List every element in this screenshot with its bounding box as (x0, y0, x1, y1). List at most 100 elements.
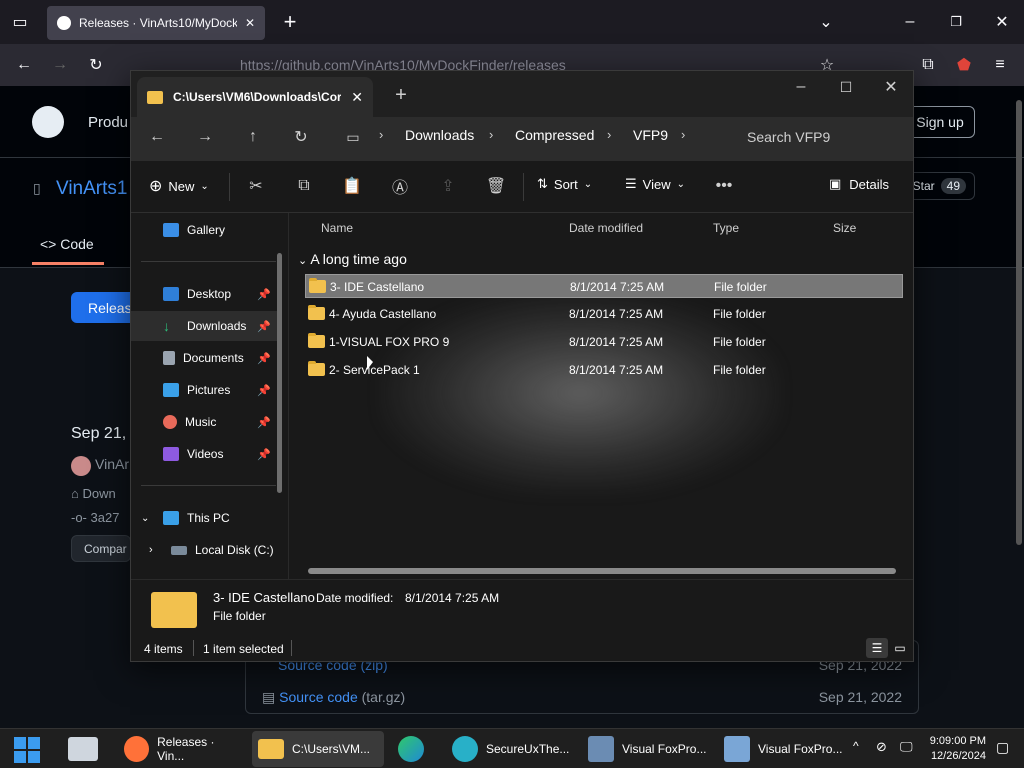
network-icon[interactable]: ⊘ (876, 739, 887, 755)
menu-icon[interactable]: ≡ (986, 51, 1014, 79)
sidebar-item-local-disk[interactable]: › Local Disk (C:) (131, 535, 281, 565)
copy-icon[interactable]: ⧉ (291, 173, 317, 199)
breadcrumb-vfp9[interactable]: VFP9 (633, 127, 668, 143)
tiles-view-icon[interactable]: ▭ (889, 638, 911, 658)
details-view-icon[interactable]: ☰ (866, 638, 888, 658)
page-scrollbar[interactable] (1016, 100, 1022, 545)
maximize-button[interactable]: ☐ (834, 75, 858, 99)
taskbar-app-foxpro-2[interactable]: Visual FoxPro... (718, 731, 850, 767)
monitor-icon[interactable]: ▭ (339, 123, 367, 151)
file-row[interactable]: 1-VISUAL FOX PRO 9 8/1/2014 7:25 AM File… (305, 330, 903, 354)
ublock-icon[interactable]: ⬟ (950, 51, 978, 79)
notifications-icon[interactable]: ▢ (996, 739, 1009, 756)
volume-icon[interactable]: 🖵 (900, 739, 913, 755)
close-tab-icon[interactable]: ✕ (351, 89, 363, 106)
new-tab-button[interactable]: + (389, 83, 413, 107)
compare-button[interactable]: Compar (71, 535, 131, 562)
edge-icon (398, 736, 424, 762)
reload-icon[interactable]: ↻ (82, 51, 110, 79)
taskbar-app-edge[interactable] (392, 731, 436, 767)
tray-overflow-icon[interactable]: ^ (853, 739, 859, 753)
chevron-down-icon: ⌄ (141, 512, 150, 524)
browser-tab[interactable]: Releases · VinArts10/MyDockFir ✕ (47, 6, 265, 40)
sign-up-button[interactable]: Sign up (905, 106, 975, 138)
pin-icon: 📌 (257, 448, 271, 461)
repo-icon: ▯ (33, 180, 41, 196)
view-button[interactable]: ☰ View ⌄ (625, 176, 685, 192)
rename-icon[interactable]: Ⓐ (387, 173, 413, 199)
breadcrumb-compressed[interactable]: Compressed (515, 127, 594, 143)
taskbar-app-explorer[interactable]: C:\Users\VM... (252, 731, 384, 767)
column-date-modified[interactable]: Date modified (569, 221, 643, 235)
close-button[interactable]: ✕ (879, 75, 903, 99)
github-logo-icon[interactable] (32, 106, 64, 138)
forward-icon[interactable]: → (46, 51, 74, 79)
more-options-icon[interactable]: ••• (711, 173, 737, 199)
breadcrumb-downloads[interactable]: Downloads (405, 127, 474, 143)
taskbar-app-secureux[interactable]: SecureUxThe... (446, 731, 576, 767)
column-type[interactable]: Type (713, 221, 739, 235)
sidebar-item-this-pc[interactable]: ⌄ This PC (131, 503, 281, 533)
sidebar-item-gallery[interactable]: Gallery (131, 215, 281, 245)
author-name[interactable]: VinAr (95, 456, 129, 472)
extensions-icon[interactable]: ⧉ (914, 51, 942, 79)
sidebar-item-documents[interactable]: Documents 📌 (131, 343, 281, 373)
close-window-button[interactable]: ✕ (988, 8, 1016, 36)
repo-name-link[interactable]: VinArts1 (56, 178, 127, 200)
refresh-icon[interactable]: ↻ (287, 123, 315, 151)
code-icon: <> (40, 236, 57, 252)
column-name[interactable]: Name (321, 221, 353, 235)
taskbar-app-firefox[interactable]: Releases · Vin... (118, 731, 248, 767)
new-tab-button[interactable]: + (276, 8, 304, 36)
cut-icon[interactable]: ✂ (243, 173, 269, 199)
minimize-button[interactable]: – (789, 75, 813, 99)
group-header[interactable]: ⌄ A long time ago (298, 251, 407, 267)
author-avatar[interactable] (71, 456, 91, 476)
commit-icon: -o- (71, 510, 87, 525)
file-row[interactable]: 2- ServicePack 1 8/1/2014 7:25 AM File f… (305, 358, 903, 382)
close-tab-icon[interactable]: ✕ (245, 16, 255, 30)
forward-icon[interactable]: → (191, 123, 219, 151)
search-input[interactable]: Search VFP9 (737, 123, 907, 151)
up-icon[interactable]: ↑ (239, 123, 267, 151)
taskbar-app-foxpro-1[interactable]: Visual FoxPro... (582, 731, 714, 767)
new-button[interactable]: ⊕ New ⌄ (149, 176, 209, 196)
view-list-icon: ☰ (625, 176, 637, 191)
back-icon[interactable]: ← (143, 123, 171, 151)
paste-icon[interactable]: 📋 (339, 173, 365, 199)
sidebar-item-downloads[interactable]: ↓ Downloads 📌 (131, 311, 281, 341)
clock[interactable]: 9:09:00 PM 12/26/2024 (926, 734, 986, 764)
tag-row[interactable]: ⌂ Down (71, 486, 116, 501)
task-view-icon[interactable] (68, 737, 98, 761)
sidebar-scrollbar[interactable] (277, 253, 282, 493)
sidebar-item-videos[interactable]: Videos 📌 (131, 439, 281, 469)
asset-tgz-link[interactable]: ▤ Source code (tar.gz) (262, 689, 405, 706)
details-pane-button[interactable]: ▣ Details (829, 176, 889, 192)
star-button[interactable]: Star 49 (905, 172, 975, 200)
chevron-right-icon: › (607, 127, 612, 142)
column-size[interactable]: Size (833, 221, 856, 235)
commit-row[interactable]: -o- 3a27 (71, 510, 119, 525)
file-list: Name Date modified Type Size ⌄ A long ti… (290, 213, 913, 579)
back-icon[interactable]: ← (10, 51, 38, 79)
nav-product[interactable]: Produ (88, 114, 128, 131)
clock-time: 9:09:00 PM (929, 735, 986, 747)
horizontal-scrollbar[interactable] (308, 568, 896, 574)
minimize-window-button[interactable]: – (896, 8, 924, 36)
tab-code[interactable]: <> Code (40, 236, 94, 252)
file-row[interactable]: 3- IDE Castellano 8/1/2014 7:25 AM File … (305, 274, 903, 298)
details-type: File folder (213, 609, 266, 623)
file-row[interactable]: 4- Ayuda Castellano 8/1/2014 7:25 AM Fil… (305, 302, 903, 326)
foxpro-icon (724, 736, 750, 762)
restore-window-button[interactable]: ❐ (942, 8, 970, 36)
sidebar-item-music[interactable]: Music 📌 (131, 407, 281, 437)
sort-button[interactable]: ⇅ Sort ⌄ (537, 176, 592, 192)
tab-list-icon[interactable]: ▭ (6, 8, 34, 36)
sidebar-item-desktop[interactable]: Desktop 📌 (131, 279, 281, 309)
list-all-tabs-icon[interactable]: ⌄ (812, 8, 840, 36)
share-icon[interactable]: ⇪ (435, 173, 461, 199)
start-button[interactable] (14, 737, 40, 763)
explorer-tab[interactable]: C:\Users\VM6\Downloads\Cor ✕ (137, 77, 373, 117)
delete-icon[interactable]: 🗑 (483, 173, 509, 199)
sidebar-item-pictures[interactable]: Pictures 📌 (131, 375, 281, 405)
